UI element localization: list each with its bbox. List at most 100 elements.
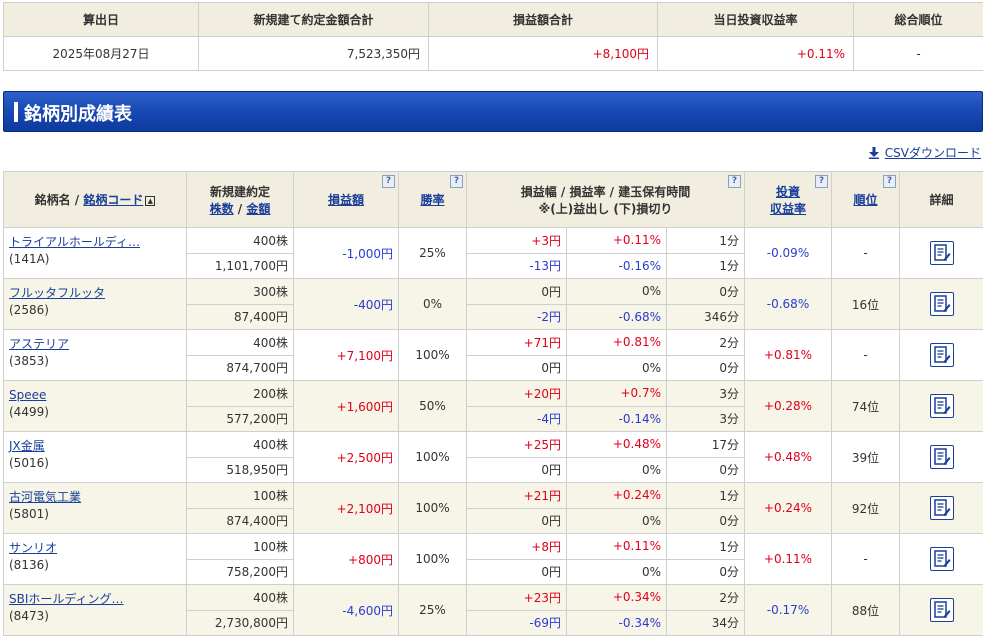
help-icon[interactable]: ? bbox=[815, 175, 828, 188]
stock-name-link[interactable]: Speee bbox=[9, 387, 181, 404]
stock-name-cell: サンリオ (8136) bbox=[3, 533, 187, 585]
table-row: SBIホールディング… (8473) 400株 -4,600円 25% +23円 +0.34… bbox=[3, 584, 983, 636]
table-row: JX金属 (5016) 400株 +2,500円 100% +25円 +0.48% 17分 +0… bbox=[3, 431, 983, 483]
stock-name-link[interactable]: トライアルホールディ… bbox=[9, 234, 181, 251]
stock-name-cell: SBIホールディング… (8473) bbox=[3, 584, 187, 636]
profit-time-cell: 2分 bbox=[666, 329, 745, 356]
help-icon[interactable]: ? bbox=[883, 175, 896, 188]
profit-rate-cell: 0% bbox=[566, 278, 667, 305]
shares-cell: 400株 bbox=[186, 329, 294, 356]
loss-rate-cell: -0.68% bbox=[566, 303, 667, 330]
summary-table: 算出日 新規建て約定金額合計 損益額合計 当日投資収益率 総合順位 2025年0… bbox=[3, 2, 983, 71]
profit-width-cell: +23円 bbox=[466, 584, 567, 611]
detail-document-icon[interactable] bbox=[929, 241, 954, 265]
summary-header-row: 算出日 新規建て約定金額合計 損益額合計 当日投資収益率 総合順位 bbox=[3, 2, 983, 37]
detail-document-icon[interactable] bbox=[929, 598, 954, 622]
profit-rate-cell: +0.48% bbox=[566, 431, 667, 458]
pl-cell: -400円 bbox=[293, 278, 399, 330]
profit-width-cell: +25円 bbox=[466, 431, 567, 458]
amount-cell: 874,400円 bbox=[186, 507, 294, 534]
sort-by-rank-link[interactable]: 順位 bbox=[853, 193, 877, 207]
profit-width-cell: +71円 bbox=[466, 329, 567, 356]
shares-cell: 400株 bbox=[186, 431, 294, 458]
loss-rate-cell: 0% bbox=[566, 507, 667, 534]
sort-by-shares-link[interactable]: 株数 bbox=[210, 202, 234, 216]
winrate-cell: 100% bbox=[398, 533, 467, 585]
csv-download-link[interactable]: CSVダウンロード bbox=[868, 144, 981, 161]
help-icon[interactable]: ? bbox=[728, 175, 741, 188]
loss-time-cell: 3分 bbox=[666, 405, 745, 432]
detail-document-icon[interactable] bbox=[929, 496, 954, 520]
stock-name-link[interactable]: JX金属 bbox=[9, 438, 181, 455]
shares-cell: 200株 bbox=[186, 380, 294, 407]
pl-cell: +2,500円 bbox=[293, 431, 399, 483]
winrate-cell: 25% bbox=[398, 584, 467, 636]
rank-cell: 39位 bbox=[831, 431, 900, 483]
stock-code: (3853) bbox=[9, 354, 49, 368]
table-header-row: 銘柄名 / 銘柄コード ▲ 新規建約定 株数 / 金額 ? 損益額 ? 勝率 ? … bbox=[3, 171, 983, 228]
detail-cell bbox=[899, 533, 983, 585]
investment-return-cell: +0.11% bbox=[744, 533, 832, 585]
loss-width-cell: 0円 bbox=[466, 507, 567, 534]
summary-rank: - bbox=[853, 36, 983, 71]
stock-name-link[interactable]: SBIホールディング… bbox=[9, 591, 181, 608]
sort-ascending-icon[interactable]: ▲ bbox=[145, 195, 156, 206]
winrate-cell: 100% bbox=[398, 431, 467, 483]
sort-by-amount-link[interactable]: 金額 bbox=[246, 202, 270, 216]
stock-name-cell: JX金属 (5016) bbox=[3, 431, 187, 483]
loss-width-cell: -4円 bbox=[466, 405, 567, 432]
profit-time-cell: 0分 bbox=[666, 278, 745, 305]
profit-rate-cell: +0.7% bbox=[566, 380, 667, 407]
loss-rate-cell: 0% bbox=[566, 354, 667, 381]
detail-document-icon[interactable] bbox=[929, 292, 954, 316]
winrate-cell: 0% bbox=[398, 278, 467, 330]
detail-document-icon[interactable] bbox=[929, 445, 954, 469]
loss-rate-cell: 0% bbox=[566, 558, 667, 585]
detail-document-icon[interactable] bbox=[929, 547, 954, 571]
help-icon[interactable]: ? bbox=[382, 175, 395, 188]
stock-name-link[interactable]: フルッタフルッタ bbox=[9, 285, 181, 302]
csv-download-label: CSVダウンロード bbox=[884, 146, 981, 160]
detail-document-icon[interactable] bbox=[929, 394, 954, 418]
section-title: 銘柄別成績表 bbox=[24, 104, 132, 125]
shares-cell: 300株 bbox=[186, 278, 294, 305]
header-sep: / bbox=[237, 201, 243, 216]
amount-cell: 874,700円 bbox=[186, 354, 294, 381]
detail-document-icon[interactable] bbox=[929, 343, 954, 367]
sort-by-code-link[interactable]: 銘柄コード bbox=[83, 193, 143, 207]
investment-return-cell: +0.28% bbox=[744, 380, 832, 432]
shares-cell: 400株 bbox=[186, 584, 294, 611]
summary-total-amount: 7,523,350円 bbox=[198, 36, 429, 71]
help-icon[interactable]: ? bbox=[450, 175, 463, 188]
profit-rate-cell: +0.24% bbox=[566, 482, 667, 509]
stock-name-link[interactable]: サンリオ bbox=[9, 540, 181, 557]
profit-rate-cell: +0.34% bbox=[566, 584, 667, 611]
stock-performance-table: 銘柄名 / 銘柄コード ▲ 新規建約定 株数 / 金額 ? 損益額 ? 勝率 ? … bbox=[3, 171, 983, 636]
loss-width-cell: -13円 bbox=[466, 252, 567, 279]
summary-header-rank: 総合順位 bbox=[853, 2, 983, 37]
winrate-cell: 50% bbox=[398, 380, 467, 432]
amount-cell: 1,101,700円 bbox=[186, 252, 294, 279]
stock-code: (8473) bbox=[9, 609, 49, 623]
sort-by-pl-link[interactable]: 損益額 bbox=[328, 193, 364, 207]
pl-cell: +1,600円 bbox=[293, 380, 399, 432]
pl-cell: +800円 bbox=[293, 533, 399, 585]
stock-code: (141A) bbox=[9, 252, 50, 266]
rank-cell: 92位 bbox=[831, 482, 900, 534]
detail-cell bbox=[899, 227, 983, 279]
loss-time-cell: 0分 bbox=[666, 456, 745, 483]
profit-time-cell: 1分 bbox=[666, 227, 745, 254]
header-name-label: 銘柄名 / bbox=[34, 193, 80, 207]
sort-by-winrate-link[interactable]: 勝率 bbox=[420, 193, 444, 207]
profit-time-cell: 1分 bbox=[666, 482, 745, 509]
stock-name-link[interactable]: 古河電気工業 bbox=[9, 489, 181, 506]
rank-cell: 16位 bbox=[831, 278, 900, 330]
stock-name-link[interactable]: アステリア bbox=[9, 336, 181, 353]
loss-rate-cell: -0.34% bbox=[566, 609, 667, 636]
section-header-bar bbox=[14, 102, 18, 122]
profit-rate-cell: +0.11% bbox=[566, 533, 667, 560]
loss-rate-cell: -0.16% bbox=[566, 252, 667, 279]
detail-cell bbox=[899, 482, 983, 534]
detail-cell bbox=[899, 584, 983, 636]
summary-header-total-amount: 新規建て約定金額合計 bbox=[198, 2, 429, 37]
